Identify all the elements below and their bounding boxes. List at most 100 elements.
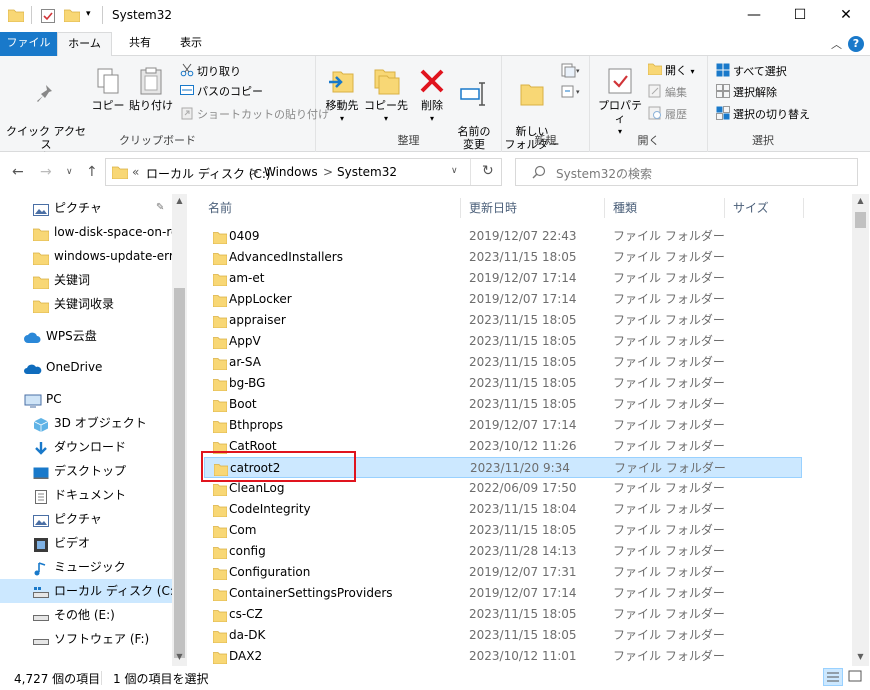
- nav-item-folder[interactable]: low-disk-space-on-rec: [0, 220, 172, 244]
- file-row[interactable]: AppV 2023/11/15 18:05 ファイル フォルダー: [204, 331, 802, 352]
- nav-item-folder[interactable]: windows-update-erro: [0, 244, 172, 268]
- column-header-size[interactable]: サイズ: [733, 194, 769, 222]
- tab-share[interactable]: 共有: [112, 32, 168, 56]
- paste-button[interactable]: 貼り付け: [128, 66, 174, 112]
- nav-item-music[interactable]: ミュージック: [0, 555, 172, 579]
- collapse-ribbon-chevron-icon[interactable]: ︿: [831, 36, 842, 52]
- large-icons-view-button[interactable]: [846, 668, 866, 686]
- column-header-name[interactable]: 名前: [208, 194, 232, 222]
- help-icon[interactable]: ?: [848, 36, 864, 52]
- file-row[interactable]: config 2023/11/28 14:13 ファイル フォルダー: [204, 541, 802, 562]
- forward-arrow-icon[interactable]: →: [40, 164, 52, 180]
- nav-pane-scroll-thumb[interactable]: [174, 288, 185, 658]
- nav-item-drive-f[interactable]: ソフトウェア (F:): [0, 627, 172, 651]
- scroll-up-arrow-icon[interactable]: ▲: [852, 196, 869, 205]
- nav-item-folder[interactable]: 关键词收录: [0, 292, 172, 316]
- refresh-icon[interactable]: ↻: [482, 163, 494, 179]
- new-folder-quick-icon[interactable]: [63, 8, 81, 25]
- scroll-down-arrow-icon[interactable]: ▼: [172, 652, 187, 661]
- file-row[interactable]: bg-BG 2023/11/15 18:05 ファイル フォルダー: [204, 373, 802, 394]
- file-row[interactable]: 0409 2019/12/07 22:43 ファイル フォルダー: [204, 226, 802, 247]
- nav-item-onedrive[interactable]: OneDrive: [0, 355, 172, 379]
- file-row[interactable]: DAX2 2023/10/12 11:01 ファイル フォルダー: [204, 646, 802, 666]
- file-row[interactable]: Com 2023/11/15 18:05 ファイル フォルダー: [204, 520, 802, 541]
- move-to-button[interactable]: 移動先 ▾: [320, 66, 364, 125]
- column-divider[interactable]: [724, 198, 725, 218]
- nav-item-desktop[interactable]: デスクトップ: [0, 459, 172, 483]
- cut-label: 切り取り: [197, 65, 241, 78]
- details-view-button[interactable]: [823, 668, 843, 686]
- column-divider[interactable]: [460, 198, 461, 218]
- close-button[interactable]: ✕: [823, 0, 869, 32]
- paste-shortcut-button[interactable]: ショートカットの貼り付け: [180, 106, 329, 124]
- nav-item-local-disk-c[interactable]: ローカル ディスク (C:): [0, 579, 172, 603]
- select-none-button[interactable]: 選択解除: [716, 84, 777, 102]
- breadcrumb-overflow[interactable]: «: [132, 165, 139, 179]
- search-box[interactable]: System32の検索: [515, 158, 858, 186]
- nav-item-pictures[interactable]: ピクチャ: [0, 507, 172, 531]
- pin-quick-access-button[interactable]: クイック アクセス にピン留めする: [4, 68, 88, 164]
- minimize-button[interactable]: —: [731, 0, 777, 32]
- invert-selection-button[interactable]: 選択の切り替え: [716, 106, 810, 124]
- file-row[interactable]: AdvancedInstallers 2023/11/15 18:05 ファイル フ…: [204, 247, 802, 268]
- copy-to-button[interactable]: コピー先 ▾: [364, 66, 408, 125]
- column-header-type[interactable]: 種類: [613, 194, 637, 222]
- address-history-chevron-icon[interactable]: ∨: [451, 166, 458, 176]
- delete-button[interactable]: 削除 ▾: [414, 66, 450, 125]
- cut-button[interactable]: 切り取り: [180, 63, 241, 81]
- up-arrow-icon[interactable]: ↑: [86, 164, 98, 180]
- nav-item-folder[interactable]: 关键词: [0, 268, 172, 292]
- file-row[interactable]: Boot 2023/11/15 18:05 ファイル フォルダー: [204, 394, 802, 415]
- nav-item-documents[interactable]: ドキュメント: [0, 483, 172, 507]
- file-row[interactable]: da-DK 2023/11/15 18:05 ファイル フォルダー: [204, 625, 802, 646]
- copy-button[interactable]: コピー: [90, 66, 126, 112]
- pin-icon[interactable]: ✎: [156, 196, 164, 220]
- back-arrow-icon[interactable]: ←: [12, 164, 24, 180]
- nav-item-downloads[interactable]: ダウンロード: [0, 435, 172, 459]
- properties-quick-icon[interactable]: [40, 8, 56, 27]
- column-divider[interactable]: [803, 198, 804, 218]
- open-button[interactable]: 開く ▾: [647, 63, 695, 79]
- file-row[interactable]: Configuration 2019/12/07 17:31 ファイル フォルダー: [204, 562, 802, 583]
- nav-item-drive-e[interactable]: その他 (E:): [0, 603, 172, 627]
- nav-item-pc[interactable]: PC: [0, 387, 172, 411]
- nav-item-videos[interactable]: ビデオ: [0, 531, 172, 555]
- scroll-up-arrow-icon[interactable]: ▲: [172, 196, 187, 205]
- tab-file[interactable]: ファイル: [0, 32, 57, 56]
- customize-quick-access-chevron-icon[interactable]: ▾: [86, 9, 91, 19]
- easy-access-button[interactable]: ▾: [560, 84, 582, 104]
- copy-path-button[interactable]: パスのコピー: [180, 84, 263, 100]
- file-row[interactable]: Bthprops 2019/12/07 17:14 ファイル フォルダー: [204, 415, 802, 436]
- tab-home[interactable]: ホーム: [57, 32, 112, 57]
- file-list-scrollbar[interactable]: ▲ ▼: [852, 194, 869, 666]
- breadcrumb-separator[interactable]: >: [323, 165, 333, 179]
- file-row[interactable]: am-et 2019/12/07 17:14 ファイル フォルダー: [204, 268, 802, 289]
- nav-item-3d-objects[interactable]: 3D オブジェクト: [0, 411, 172, 435]
- scroll-down-arrow-icon[interactable]: ▼: [852, 652, 869, 661]
- file-row[interactable]: appraiser 2023/11/15 18:05 ファイル フォルダー: [204, 310, 802, 331]
- file-row[interactable]: AppLocker 2019/12/07 17:14 ファイル フォルダー: [204, 289, 802, 310]
- recent-locations-chevron-icon[interactable]: ∨: [66, 167, 73, 177]
- file-row[interactable]: CodeIntegrity 2023/11/15 18:04 ファイル フォルダー: [204, 499, 802, 520]
- column-header-date[interactable]: 更新日時: [469, 194, 517, 222]
- file-list-scroll-thumb[interactable]: [855, 212, 866, 228]
- file-row[interactable]: ContainerSettingsProviders 2019/12/07 17:…: [204, 583, 802, 604]
- breadcrumb-windows[interactable]: Windows: [264, 165, 318, 179]
- column-divider[interactable]: [604, 198, 605, 218]
- history-button[interactable]: 履歴: [648, 106, 687, 124]
- maximize-button[interactable]: ☐: [777, 0, 823, 32]
- properties-button[interactable]: プロパティ ▾: [594, 66, 646, 138]
- breadcrumb-separator[interactable]: >: [249, 165, 259, 179]
- tab-view[interactable]: 表示: [168, 32, 214, 56]
- nav-pane-scrollbar[interactable]: ▲ ▼: [172, 194, 187, 666]
- breadcrumb-system32[interactable]: System32: [337, 165, 397, 179]
- edit-button[interactable]: 編集: [648, 84, 687, 102]
- nav-item-wps-cloud[interactable]: WPS云盘: [0, 324, 172, 348]
- select-all-button[interactable]: すべて選択: [716, 63, 787, 81]
- file-name: cs-CZ: [229, 607, 263, 621]
- file-row[interactable]: cs-CZ 2023/11/15 18:05 ファイル フォルダー: [204, 604, 802, 625]
- file-row[interactable]: ar-SA 2023/11/15 18:05 ファイル フォルダー: [204, 352, 802, 373]
- new-item-button[interactable]: ▾: [560, 63, 582, 83]
- address-bar[interactable]: « ローカル ディスク (C:) > Windows > System32 ∨ …: [105, 158, 502, 186]
- nav-item-pictures-pinned[interactable]: ピクチャ ✎: [0, 196, 172, 220]
